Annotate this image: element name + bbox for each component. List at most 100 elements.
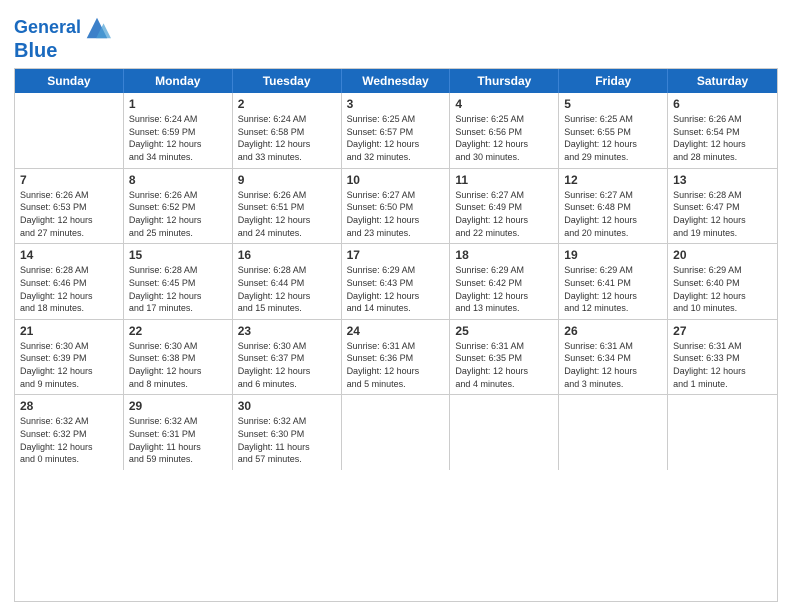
day-cell-13: 13Sunrise: 6:28 AM Sunset: 6:47 PM Dayli…	[668, 169, 777, 244]
day-number: 9	[238, 172, 336, 188]
empty-cell-r4c3	[342, 395, 451, 470]
day-info: Sunrise: 6:24 AM Sunset: 6:59 PM Dayligh…	[129, 113, 227, 163]
day-info: Sunrise: 6:30 AM Sunset: 6:39 PM Dayligh…	[20, 340, 118, 390]
day-info: Sunrise: 6:28 AM Sunset: 6:45 PM Dayligh…	[129, 264, 227, 314]
day-number: 30	[238, 398, 336, 414]
day-info: Sunrise: 6:28 AM Sunset: 6:44 PM Dayligh…	[238, 264, 336, 314]
day-number: 27	[673, 323, 772, 339]
day-number: 19	[564, 247, 662, 263]
day-number: 16	[238, 247, 336, 263]
day-number: 15	[129, 247, 227, 263]
day-number: 24	[347, 323, 445, 339]
day-number: 25	[455, 323, 553, 339]
logo-text: General	[14, 18, 81, 38]
day-cell-16: 16Sunrise: 6:28 AM Sunset: 6:44 PM Dayli…	[233, 244, 342, 319]
day-cell-22: 22Sunrise: 6:30 AM Sunset: 6:38 PM Dayli…	[124, 320, 233, 395]
day-cell-12: 12Sunrise: 6:27 AM Sunset: 6:48 PM Dayli…	[559, 169, 668, 244]
empty-cell-r4c5	[559, 395, 668, 470]
day-cell-25: 25Sunrise: 6:31 AM Sunset: 6:35 PM Dayli…	[450, 320, 559, 395]
day-info: Sunrise: 6:25 AM Sunset: 6:56 PM Dayligh…	[455, 113, 553, 163]
day-cell-8: 8Sunrise: 6:26 AM Sunset: 6:52 PM Daylig…	[124, 169, 233, 244]
day-number: 3	[347, 96, 445, 112]
day-info: Sunrise: 6:29 AM Sunset: 6:41 PM Dayligh…	[564, 264, 662, 314]
day-info: Sunrise: 6:26 AM Sunset: 6:53 PM Dayligh…	[20, 189, 118, 239]
day-cell-6: 6Sunrise: 6:26 AM Sunset: 6:54 PM Daylig…	[668, 93, 777, 168]
day-number: 13	[673, 172, 772, 188]
logo-general: General	[14, 17, 81, 37]
day-number: 20	[673, 247, 772, 263]
page: General Blue SundayMondayTuesdayWednesda…	[0, 0, 792, 612]
day-number: 4	[455, 96, 553, 112]
day-info: Sunrise: 6:27 AM Sunset: 6:48 PM Dayligh…	[564, 189, 662, 239]
day-number: 14	[20, 247, 118, 263]
day-info: Sunrise: 6:25 AM Sunset: 6:57 PM Dayligh…	[347, 113, 445, 163]
day-info: Sunrise: 6:28 AM Sunset: 6:47 PM Dayligh…	[673, 189, 772, 239]
weekday-header-monday: Monday	[124, 69, 233, 93]
day-cell-21: 21Sunrise: 6:30 AM Sunset: 6:39 PM Dayli…	[15, 320, 124, 395]
day-info: Sunrise: 6:30 AM Sunset: 6:38 PM Dayligh…	[129, 340, 227, 390]
weekday-header-tuesday: Tuesday	[233, 69, 342, 93]
logo-icon	[83, 14, 111, 42]
logo-blue: Blue	[14, 40, 57, 62]
day-info: Sunrise: 6:32 AM Sunset: 6:32 PM Dayligh…	[20, 415, 118, 465]
empty-cell-r4c6	[668, 395, 777, 470]
day-cell-2: 2Sunrise: 6:24 AM Sunset: 6:58 PM Daylig…	[233, 93, 342, 168]
day-info: Sunrise: 6:31 AM Sunset: 6:36 PM Dayligh…	[347, 340, 445, 390]
day-info: Sunrise: 6:30 AM Sunset: 6:37 PM Dayligh…	[238, 340, 336, 390]
day-number: 5	[564, 96, 662, 112]
day-info: Sunrise: 6:29 AM Sunset: 6:40 PM Dayligh…	[673, 264, 772, 314]
weekday-header-thursday: Thursday	[450, 69, 559, 93]
day-cell-15: 15Sunrise: 6:28 AM Sunset: 6:45 PM Dayli…	[124, 244, 233, 319]
day-cell-23: 23Sunrise: 6:30 AM Sunset: 6:37 PM Dayli…	[233, 320, 342, 395]
day-cell-4: 4Sunrise: 6:25 AM Sunset: 6:56 PM Daylig…	[450, 93, 559, 168]
day-cell-9: 9Sunrise: 6:26 AM Sunset: 6:51 PM Daylig…	[233, 169, 342, 244]
day-cell-29: 29Sunrise: 6:32 AM Sunset: 6:31 PM Dayli…	[124, 395, 233, 470]
day-info: Sunrise: 6:31 AM Sunset: 6:33 PM Dayligh…	[673, 340, 772, 390]
day-info: Sunrise: 6:28 AM Sunset: 6:46 PM Dayligh…	[20, 264, 118, 314]
day-number: 23	[238, 323, 336, 339]
weekday-header-wednesday: Wednesday	[342, 69, 451, 93]
empty-cell-r4c4	[450, 395, 559, 470]
day-number: 17	[347, 247, 445, 263]
calendar-row-3: 14Sunrise: 6:28 AM Sunset: 6:46 PM Dayli…	[15, 243, 777, 319]
calendar-row-4: 21Sunrise: 6:30 AM Sunset: 6:39 PM Dayli…	[15, 319, 777, 395]
day-info: Sunrise: 6:27 AM Sunset: 6:49 PM Dayligh…	[455, 189, 553, 239]
day-info: Sunrise: 6:29 AM Sunset: 6:43 PM Dayligh…	[347, 264, 445, 314]
empty-cell-r0c0	[15, 93, 124, 168]
day-cell-20: 20Sunrise: 6:29 AM Sunset: 6:40 PM Dayli…	[668, 244, 777, 319]
day-info: Sunrise: 6:26 AM Sunset: 6:54 PM Dayligh…	[673, 113, 772, 163]
day-cell-11: 11Sunrise: 6:27 AM Sunset: 6:49 PM Dayli…	[450, 169, 559, 244]
day-cell-1: 1Sunrise: 6:24 AM Sunset: 6:59 PM Daylig…	[124, 93, 233, 168]
calendar-row-2: 7Sunrise: 6:26 AM Sunset: 6:53 PM Daylig…	[15, 168, 777, 244]
weekday-header-saturday: Saturday	[668, 69, 777, 93]
day-info: Sunrise: 6:26 AM Sunset: 6:52 PM Dayligh…	[129, 189, 227, 239]
day-cell-3: 3Sunrise: 6:25 AM Sunset: 6:57 PM Daylig…	[342, 93, 451, 168]
day-cell-19: 19Sunrise: 6:29 AM Sunset: 6:41 PM Dayli…	[559, 244, 668, 319]
day-cell-10: 10Sunrise: 6:27 AM Sunset: 6:50 PM Dayli…	[342, 169, 451, 244]
calendar-row-5: 28Sunrise: 6:32 AM Sunset: 6:32 PM Dayli…	[15, 394, 777, 470]
day-info: Sunrise: 6:31 AM Sunset: 6:35 PM Dayligh…	[455, 340, 553, 390]
logo: General Blue	[14, 14, 111, 62]
day-info: Sunrise: 6:24 AM Sunset: 6:58 PM Dayligh…	[238, 113, 336, 163]
day-info: Sunrise: 6:29 AM Sunset: 6:42 PM Dayligh…	[455, 264, 553, 314]
day-number: 21	[20, 323, 118, 339]
calendar-body: 1Sunrise: 6:24 AM Sunset: 6:59 PM Daylig…	[15, 93, 777, 470]
day-number: 18	[455, 247, 553, 263]
day-cell-30: 30Sunrise: 6:32 AM Sunset: 6:30 PM Dayli…	[233, 395, 342, 470]
day-number: 28	[20, 398, 118, 414]
day-number: 2	[238, 96, 336, 112]
day-info: Sunrise: 6:31 AM Sunset: 6:34 PM Dayligh…	[564, 340, 662, 390]
day-info: Sunrise: 6:26 AM Sunset: 6:51 PM Dayligh…	[238, 189, 336, 239]
day-number: 26	[564, 323, 662, 339]
weekday-header-sunday: Sunday	[15, 69, 124, 93]
day-number: 11	[455, 172, 553, 188]
day-cell-18: 18Sunrise: 6:29 AM Sunset: 6:42 PM Dayli…	[450, 244, 559, 319]
day-number: 6	[673, 96, 772, 112]
day-number: 12	[564, 172, 662, 188]
day-number: 7	[20, 172, 118, 188]
weekday-header-friday: Friday	[559, 69, 668, 93]
day-cell-24: 24Sunrise: 6:31 AM Sunset: 6:36 PM Dayli…	[342, 320, 451, 395]
day-cell-27: 27Sunrise: 6:31 AM Sunset: 6:33 PM Dayli…	[668, 320, 777, 395]
day-number: 29	[129, 398, 227, 414]
header: General Blue	[14, 10, 778, 62]
